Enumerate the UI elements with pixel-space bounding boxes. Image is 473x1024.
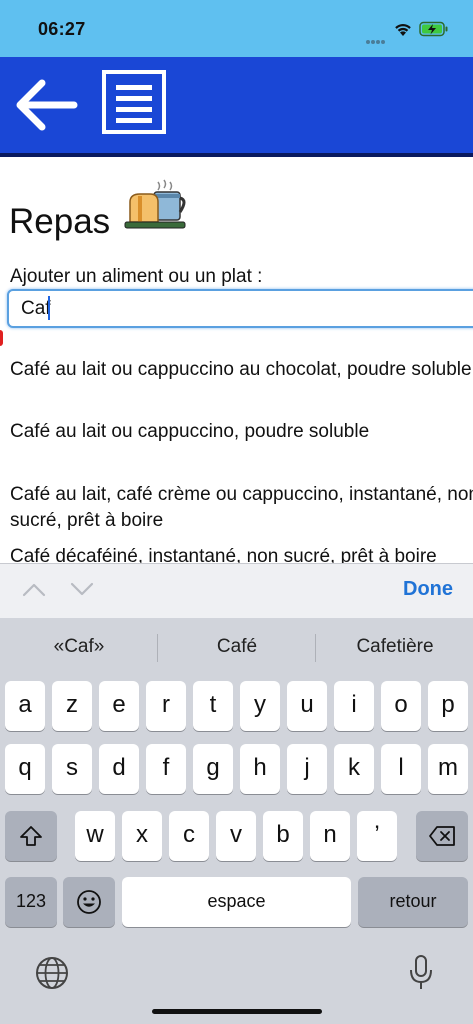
home-indicator[interactable] bbox=[152, 1009, 322, 1014]
status-bar: 06:27 bbox=[0, 0, 473, 57]
result-item[interactable]: Café au lait, café crème ou cappuccino, … bbox=[10, 482, 473, 534]
shift-key[interactable] bbox=[5, 811, 57, 861]
done-button[interactable]: Done bbox=[403, 578, 453, 601]
key-d[interactable]: d bbox=[99, 744, 139, 794]
key-f[interactable]: f bbox=[146, 744, 186, 794]
key-a[interactable]: a bbox=[5, 681, 45, 731]
suggestion-literal[interactable]: «Caf» bbox=[0, 618, 158, 676]
food-search-input[interactable] bbox=[7, 289, 473, 328]
result-item[interactable]: Café décaféiné, instantané, non sucré, p… bbox=[10, 544, 473, 563]
keyboard-toolbar: Done bbox=[0, 563, 473, 618]
key-z[interactable]: z bbox=[52, 681, 92, 731]
key-b[interactable]: b bbox=[263, 811, 303, 861]
globe-icon[interactable] bbox=[34, 955, 70, 991]
chevron-up-icon[interactable] bbox=[22, 581, 46, 597]
key-r[interactable]: r bbox=[146, 681, 186, 731]
cellular-signal-icon bbox=[366, 31, 388, 44]
key-i[interactable]: i bbox=[334, 681, 374, 731]
chevron-down-icon[interactable] bbox=[70, 581, 94, 597]
result-item[interactable]: Café au lait ou cappuccino, poudre solub… bbox=[10, 419, 473, 445]
backspace-icon bbox=[429, 825, 455, 846]
space-key[interactable]: espace bbox=[122, 877, 351, 927]
app-header bbox=[0, 57, 473, 157]
return-key[interactable]: retour bbox=[358, 877, 468, 927]
key-h[interactable]: h bbox=[240, 744, 280, 794]
results-list: Café au lait ou cappuccino au chocolat, … bbox=[0, 345, 473, 563]
key-e[interactable]: e bbox=[99, 681, 139, 731]
key-y[interactable]: y bbox=[240, 681, 280, 731]
page-title: Repas bbox=[9, 202, 111, 241]
key-t[interactable]: t bbox=[193, 681, 233, 731]
suggestion-cafetiere[interactable]: Cafetière bbox=[316, 618, 473, 676]
key-v[interactable]: v bbox=[216, 811, 256, 861]
text-cursor bbox=[48, 296, 50, 320]
key-o[interactable]: o bbox=[381, 681, 421, 731]
key-l[interactable]: l bbox=[381, 744, 421, 794]
numbers-key[interactable]: 123 bbox=[5, 877, 57, 927]
key-c[interactable]: c bbox=[169, 811, 209, 861]
key-m[interactable]: m bbox=[428, 744, 468, 794]
key-p[interactable]: p bbox=[428, 681, 468, 731]
result-item[interactable]: Café au lait ou cappuccino au chocolat, … bbox=[10, 357, 473, 383]
key-s[interactable]: s bbox=[52, 744, 92, 794]
key-w[interactable]: w bbox=[75, 811, 115, 861]
shift-icon bbox=[20, 825, 42, 846]
key-apostrophe[interactable]: ’ bbox=[357, 811, 397, 861]
delete-key[interactable] bbox=[416, 811, 468, 861]
microphone-icon[interactable] bbox=[408, 954, 434, 992]
list-menu-icon[interactable] bbox=[102, 70, 166, 134]
back-arrow-icon[interactable] bbox=[10, 75, 80, 135]
key-j[interactable]: j bbox=[287, 744, 327, 794]
battery-charging-icon bbox=[419, 21, 448, 37]
key-g[interactable]: g bbox=[193, 744, 233, 794]
key-x[interactable]: x bbox=[122, 811, 162, 861]
emoji-icon bbox=[77, 889, 101, 914]
add-food-label: Ajouter un aliment ou un plat : bbox=[10, 266, 263, 287]
error-marker bbox=[0, 330, 3, 346]
suggestion-cafe[interactable]: Café bbox=[158, 618, 316, 676]
key-q[interactable]: q bbox=[5, 744, 45, 794]
status-time: 06:27 bbox=[38, 19, 86, 39]
key-k[interactable]: k bbox=[334, 744, 374, 794]
emoji-key[interactable] bbox=[63, 877, 115, 927]
wifi-icon bbox=[395, 24, 411, 36]
key-u[interactable]: u bbox=[287, 681, 327, 731]
keyboard: «Caf» Café Cafetière a z e r t y u i o p… bbox=[0, 618, 473, 1024]
key-n[interactable]: n bbox=[310, 811, 350, 861]
breakfast-tray-icon bbox=[124, 179, 186, 229]
